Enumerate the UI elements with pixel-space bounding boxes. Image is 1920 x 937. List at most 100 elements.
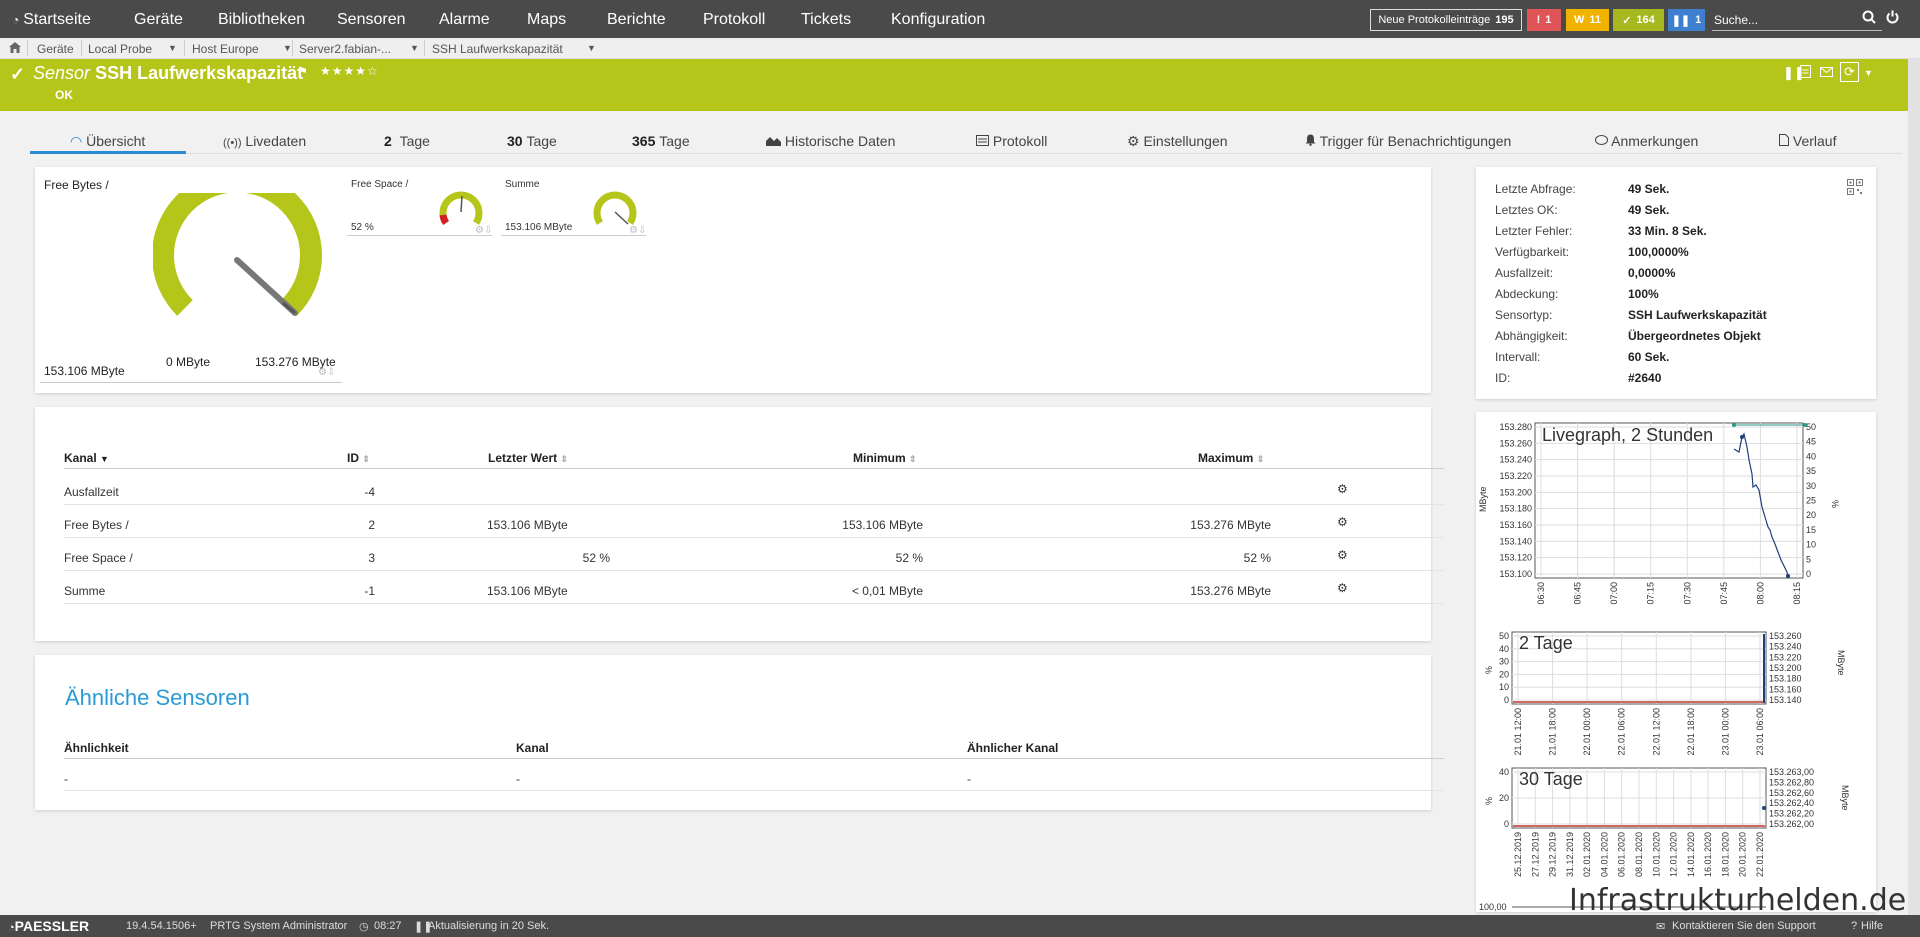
- y-tick-label: 50: [1806, 422, 1816, 432]
- user-name[interactable]: PRTG System Administrator: [210, 920, 347, 932]
- channel-settings-icon[interactable]: ⚙: [1337, 548, 1348, 562]
- breadcrumb-sensor[interactable]: SSH Laufwerkskapazität: [432, 42, 563, 56]
- refresh-countdown[interactable]: Aktualisierung in 20 Sek.: [428, 920, 549, 932]
- gauge3: [593, 191, 637, 225]
- breadcrumb-devices[interactable]: Geräte: [37, 42, 74, 56]
- tab-notification-triggers[interactable]: Trigger für Benachrichtigungen: [1305, 133, 1511, 149]
- nav-log[interactable]: Protokoll: [703, 11, 765, 29]
- alarm-down-badge[interactable]: ! 1: [1527, 9, 1561, 31]
- prtg-logo-icon: ◔: [12, 13, 20, 27]
- new-log-entries-button[interactable]: Neue Protokolleinträge 195: [1370, 9, 1522, 31]
- refresh-icon[interactable]: ⟳: [1840, 62, 1859, 82]
- chevron-down-icon[interactable]: ▼: [410, 43, 419, 53]
- breadcrumb-local-probe[interactable]: Local Probe: [88, 42, 152, 56]
- help-link[interactable]: Hilfe: [1861, 920, 1883, 932]
- col-header-maximum[interactable]: Maximum ⇕: [1198, 451, 1264, 465]
- y-tick-label: 153.262,60: [1769, 788, 1814, 798]
- flag-icon[interactable]: ⚑: [298, 65, 308, 78]
- gauge2-value: 52 %: [351, 222, 374, 233]
- similar-col-similarity: Ähnlichkeit: [64, 741, 129, 755]
- nav-home[interactable]: ◔ Startseite: [12, 11, 91, 29]
- tab-history[interactable]: Verlauf: [1779, 133, 1836, 149]
- nav-devices[interactable]: Geräte: [134, 11, 183, 29]
- channel-settings-icon[interactable]: ⚙: [1337, 482, 1348, 496]
- search-input[interactable]: Suche...: [1712, 9, 1882, 31]
- x-tick-label: 06:30: [1536, 582, 1546, 605]
- livegraph-2h[interactable]: Livegraph, 2 Stunden 153.280 153.260 153.2…: [1478, 422, 1840, 605]
- channel-settings-icon[interactable]: ⚙: [1337, 581, 1348, 595]
- y-tick-label: 30: [1806, 481, 1816, 491]
- x-tick-label: 22.01 18:00: [1686, 708, 1696, 756]
- graph-30-days[interactable]: 30 Tage 40200 153.263,00153.262,80153.26…: [1484, 767, 1850, 877]
- paessler-logo[interactable]: ◔PAESSLER: [8, 918, 89, 934]
- chevron-down-icon[interactable]: ▼: [1864, 68, 1873, 78]
- bell-icon: [1305, 133, 1320, 149]
- channel-settings-icon[interactable]: ⚙: [1337, 515, 1348, 529]
- col-header-minimum[interactable]: Minimum ⇕: [853, 451, 917, 465]
- tab-30-days[interactable]: 30 Tage: [507, 133, 557, 149]
- search-icon[interactable]: [1862, 10, 1876, 27]
- y-axis-label-right: MByte: [1840, 785, 1850, 811]
- nav-tickets[interactable]: Tickets: [801, 11, 851, 29]
- tab-log[interactable]: Protokoll: [976, 133, 1047, 149]
- nav-alarms[interactable]: Alarme: [439, 11, 490, 29]
- info-value: #2640: [1628, 371, 1662, 385]
- nav-reports[interactable]: Berichte: [607, 11, 666, 29]
- x-tick-label: 23.01 06:00: [1755, 708, 1765, 756]
- tab-2-days[interactable]: 2 Tage: [384, 133, 430, 149]
- qr-code-icon[interactable]: [1847, 179, 1863, 200]
- gear-icon[interactable]: ⚙⇩: [318, 367, 335, 378]
- report-icon[interactable]: [1800, 65, 1811, 81]
- nav-maps[interactable]: Maps: [527, 11, 566, 29]
- chevron-down-icon[interactable]: ▼: [168, 43, 177, 53]
- x-tick-label: 22.01 12:00: [1651, 708, 1661, 756]
- y-tick-label: 40: [1806, 451, 1816, 461]
- priority-stars[interactable]: ★★★★☆: [320, 64, 379, 78]
- comment-icon: [1595, 133, 1611, 149]
- email-icon: ✉: [1656, 921, 1666, 933]
- list-icon: [976, 133, 993, 149]
- y-tick-label: 25: [1806, 496, 1816, 506]
- tab-settings[interactable]: ⚙ Einstellungen: [1127, 133, 1228, 150]
- nav-sensors[interactable]: Sensoren: [337, 11, 406, 29]
- col-header-last-value[interactable]: Letzter Wert ⇕: [488, 451, 568, 465]
- nav-libraries[interactable]: Bibliotheken: [218, 11, 305, 29]
- tab-historic-data[interactable]: Historische Daten: [766, 133, 895, 149]
- tab-livedata[interactable]: ((•)) Livedaten: [223, 133, 306, 149]
- y-tick-label: 153.120: [1499, 553, 1532, 563]
- chevron-down-icon[interactable]: ▼: [587, 43, 596, 53]
- x-tick-label: 16.01.2020: [1703, 832, 1713, 877]
- email-icon[interactable]: [1820, 65, 1833, 80]
- breadcrumb-group[interactable]: Host Europe: [192, 42, 259, 56]
- channel-name[interactable]: Free Space /: [64, 551, 133, 565]
- x-tick-label: 27.12.2019: [1530, 832, 1540, 877]
- power-icon[interactable]: [1886, 10, 1899, 27]
- gauge-title: Free Bytes /: [44, 178, 109, 192]
- sort-desc-icon: ▼: [100, 454, 109, 464]
- tab-365-days[interactable]: 365 Tage: [632, 133, 690, 149]
- chevron-down-icon[interactable]: ▼: [283, 43, 292, 53]
- nav-configuration[interactable]: Konfiguration: [891, 11, 985, 29]
- up-badge[interactable]: ✓ 164: [1613, 9, 1664, 31]
- y-tick-label: 153.260: [1769, 631, 1802, 641]
- contact-support-link[interactable]: Kontaktieren Sie den Support: [1672, 920, 1816, 932]
- y-tick-label: 40: [1499, 644, 1509, 654]
- tab-comments[interactable]: Anmerkungen: [1595, 133, 1698, 149]
- y-tick-label: 0: [1504, 695, 1509, 705]
- channel-name[interactable]: Ausfallzeit: [64, 485, 119, 499]
- col-header-id[interactable]: ID ⇕: [347, 451, 370, 465]
- paused-badge[interactable]: ❚❚ 1: [1668, 9, 1705, 31]
- graph-2-days[interactable]: 2 Tage 50 40 30 20 10 0 153.260153.240153.220…: [1484, 631, 1846, 756]
- info-label: Verfügbarkeit:: [1495, 245, 1570, 259]
- tab-overview[interactable]: ◠ Übersicht: [30, 133, 186, 154]
- x-tick-label: 08:00: [1755, 582, 1765, 605]
- col-header-channel[interactable]: Kanal ▼: [64, 451, 109, 465]
- y-tick-label: 153.260: [1499, 438, 1532, 448]
- scrollbar-track[interactable]: [1908, 59, 1920, 937]
- breadcrumb-device[interactable]: Server2.fabian-...: [299, 42, 391, 56]
- y-tick-label: 153.100: [1499, 569, 1532, 579]
- channel-name[interactable]: Summe: [64, 584, 105, 598]
- warning-badge[interactable]: W 11: [1566, 9, 1609, 31]
- home-icon[interactable]: [9, 42, 21, 56]
- channel-name[interactable]: Free Bytes /: [64, 518, 129, 532]
